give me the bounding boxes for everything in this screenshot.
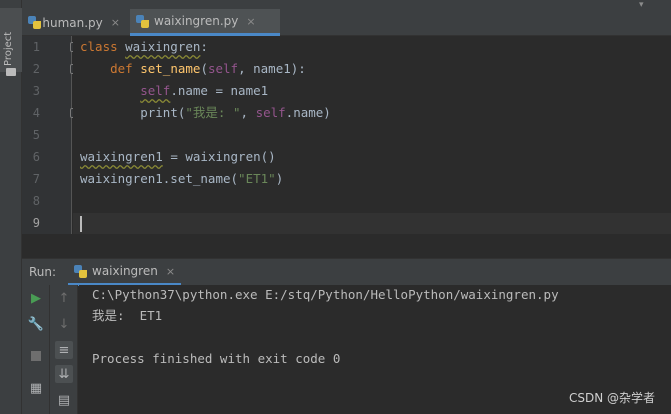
console-line: Process finished with exit code 0: [92, 351, 341, 366]
arrow-down-icon[interactable]: ↓: [55, 315, 73, 333]
scroll-to-end-icon[interactable]: ⇊: [55, 365, 73, 383]
line-number: 2: [32, 62, 40, 76]
code-line-3: self.name = name1: [140, 83, 269, 98]
layout-icon[interactable]: ▦: [27, 379, 45, 397]
code-line-1: class waixingren:: [80, 39, 208, 54]
current-line-highlight: [73, 213, 671, 234]
folder-icon: [6, 68, 16, 76]
line-number: 6: [32, 150, 40, 164]
code-line-7: waixingren1.set_name("ET1"): [80, 171, 284, 186]
line-number: 1: [32, 40, 40, 54]
line-number: 9: [32, 216, 40, 230]
tab-human-py[interactable]: human.py ×: [22, 9, 128, 36]
run-label: Run:: [29, 265, 57, 279]
project-tool-tab[interactable]: Project: [0, 8, 22, 76]
line-number: 3: [32, 84, 40, 98]
line-number: 8: [32, 194, 40, 208]
editor-bottom-area: [22, 234, 671, 258]
tab-label: waixingren.py: [154, 14, 239, 28]
left-tool-strip-lower: [0, 258, 22, 414]
run-toolbar-secondary: ↑ ↓ ≡ ⇊ ▤: [50, 285, 78, 414]
close-run-tab-icon[interactable]: ×: [166, 265, 175, 278]
soft-wrap-icon[interactable]: ≡: [55, 341, 73, 359]
tab-waixingren-py[interactable]: waixingren.py ×: [130, 9, 280, 36]
editor-tab-bar: human.py × waixingren.py × ▾: [22, 0, 671, 36]
line-number-gutter: 1 2 3 4 5 6 7 8 9: [22, 36, 79, 234]
console-line: 我是: ET1: [92, 308, 163, 323]
python-file-icon: [74, 264, 87, 278]
console-line: C:\Python37\python.exe E:/stq/Python/Hel…: [92, 287, 559, 302]
code-line-2: def set_name(self, name1):: [110, 61, 306, 76]
close-tab-icon[interactable]: ×: [246, 15, 255, 28]
code-line-6: waixingren1 = waixingren(): [80, 149, 276, 164]
watermark: CSDN @杂学者: [568, 391, 655, 405]
code-editor[interactable]: class waixingren: def set_name(self, nam…: [73, 36, 671, 234]
project-tool-strip: Project: [0, 0, 22, 258]
code-line-4: print("我是: ", self.name): [140, 105, 331, 120]
line-number: 7: [32, 172, 40, 186]
tabs-overflow-icon[interactable]: ▾: [639, 0, 649, 10]
line-number: 4: [32, 106, 40, 120]
run-config-tab[interactable]: waixingren ×: [68, 259, 182, 286]
python-file-icon: [28, 16, 42, 29]
rerun-icon[interactable]: ▶: [27, 289, 45, 307]
close-tab-icon[interactable]: ×: [111, 16, 120, 29]
stop-icon[interactable]: [27, 347, 45, 365]
python-file-icon: [136, 14, 149, 28]
project-tool-label: Project: [3, 31, 14, 66]
wrench-icon[interactable]: 🔧: [27, 315, 45, 333]
run-toolbar-primary: ▶ 🔧 ▦: [22, 285, 50, 414]
line-number: 5: [32, 128, 40, 142]
tab-label: human.py: [42, 15, 103, 30]
print-icon[interactable]: ▤: [55, 391, 73, 409]
run-tab-label: waixingren: [92, 264, 158, 278]
text-caret: [80, 216, 82, 232]
arrow-up-icon[interactable]: ↑: [55, 289, 73, 307]
run-panel-header: Run: waixingren ×: [22, 258, 671, 286]
